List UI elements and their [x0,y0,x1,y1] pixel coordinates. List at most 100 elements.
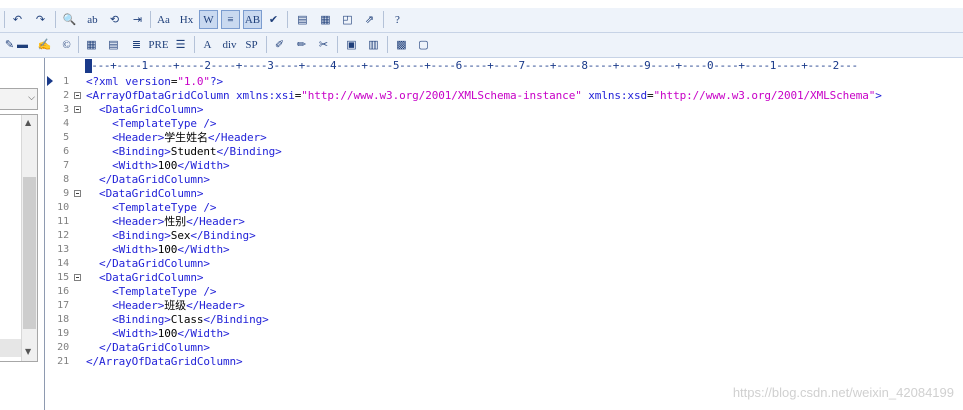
redo-icon[interactable]: ↷ [31,10,50,29]
word-wrap-icon[interactable]: W [199,10,218,29]
horizontal-rule-icon[interactable]: ▬ [13,35,32,54]
code-token: <TemplateType /> [112,117,217,130]
list-item[interactable] [0,339,22,357]
external-view-icon[interactable]: ⇗ [360,10,379,29]
window-icon[interactable]: ▢ [414,35,433,54]
font-size-icon[interactable]: Aa [154,10,173,29]
code-token: </Binding> [203,313,269,326]
code-token: </Binding> [190,229,256,242]
toolbar-separator [287,11,288,28]
code-text: <Header>学生姓名</Header> [86,131,267,145]
toolbar-separator [78,36,79,53]
fold-toggle-icon[interactable] [74,190,81,197]
line-number: 6 [63,146,69,157]
undo-icon[interactable]: ↶ [8,10,27,29]
anchor-icon[interactable]: A [198,35,217,54]
code-token: <TemplateType /> [112,201,217,214]
scroll-up-icon[interactable]: ▲ [25,118,31,127]
div-tag-icon[interactable]: div [220,35,239,54]
toolbar-separator [337,36,338,53]
toolbar-separator [383,11,384,28]
span-tag-icon[interactable]: SP [242,35,261,54]
form-icon[interactable]: ▤ [104,35,123,54]
watermark: https://blog.csdn.net/weixin_42084199 [732,385,954,400]
heading-icon[interactable]: Hx [177,10,196,29]
copyright-icon[interactable]: © [57,35,76,54]
scroll-down-icon[interactable]: ▼ [25,347,31,356]
code-token: <?xml [86,75,126,88]
view-grid-icon[interactable]: ▦ [316,10,335,29]
code-token: </Width> [177,243,230,256]
preformatted-icon[interactable]: PRE [149,35,168,54]
line-number: 21 [57,356,69,367]
code-token: "1.0" [177,75,210,88]
line-number: 17 [57,300,69,311]
validate-icon[interactable]: ✔ [264,10,283,29]
table-icon[interactable]: ▦ [82,35,101,54]
spellcheck-icon[interactable]: ab [83,10,102,29]
code-text: </DataGridColumn> [86,341,210,355]
html-toolbar: ✎ ▬ ✍ © ▦ ▤ ≣ PRE ☰ Adiv SP ✐ ✏ ✂ ▣ ▥ ▩ ▢ [0,33,963,58]
code-text: </ArrayOfDataGridColumn> [86,355,243,369]
line-number: 1 [63,76,69,87]
code-editor[interactable]: ----+----1----+----2----+----3----+----4… [45,58,963,410]
code-token: </DataGridColumn> [99,257,210,270]
code-token: xmlns:xsi [236,89,295,102]
browser-preview-icon[interactable]: ◰ [338,10,357,29]
align-icon[interactable]: ≣ [127,35,146,54]
code-text: <ArrayOfDataGridColumn xmlns:xsi="http:/… [86,89,882,103]
code-text: <Header>班级</Header> [86,299,245,313]
code-text: <Binding>Student</Binding> [86,145,282,159]
line-numbers-icon[interactable]: ≡ [221,10,240,29]
code-text: <TemplateType /> [86,117,216,131]
line-number: 8 [63,174,69,185]
line-number: 14 [57,258,69,269]
tree-icon[interactable]: ▥ [364,35,383,54]
line-number: 10 [57,202,69,213]
toolbar-separator [150,11,151,28]
replace-icon[interactable]: ⟲ [105,10,124,29]
pencil-icon[interactable]: ✏ [292,35,311,54]
code-token: </Header> [186,299,245,312]
view-list-icon[interactable]: ▤ [293,10,312,29]
scrollbar-thumb[interactable] [23,177,36,329]
panel-icon[interactable]: ▣ [342,35,361,54]
code-text: <Binding>Class</Binding> [86,313,269,327]
line-number: 15 [57,272,69,283]
panel-dropdown[interactable]: ⌵ [0,88,38,110]
code-text: <Width>100</Width> [86,327,230,341]
fold-toggle-icon[interactable] [74,106,81,113]
help-icon[interactable]: ? [388,10,407,29]
code-text: <TemplateType /> [86,201,216,215]
color-icon[interactable]: ▩ [392,35,411,54]
highlight-icon[interactable]: ✍ [35,35,54,54]
scrollbar[interactable]: ▲ ▼ [21,115,37,361]
code-token: </Width> [177,159,230,172]
line-number: 18 [57,314,69,325]
find-icon[interactable]: 🔍 [60,10,79,29]
tools-icon[interactable]: ✂ [314,35,333,54]
line-number: 20 [57,342,69,353]
indent-icon[interactable]: ⇥ [128,10,147,29]
fold-toggle-icon[interactable] [74,274,81,281]
code-token: </DataGridColumn> [99,173,210,186]
code-text: <DataGridColumn> [86,187,203,201]
code-token: <Binding> [112,145,171,158]
code-token: <DataGridColumn> [99,271,204,284]
left-panel: ⌵ ▲ ▼ [0,58,45,410]
file-list[interactable]: ▲ ▼ [0,114,38,362]
sort-icon[interactable]: AB [243,10,262,29]
edit-note-icon[interactable]: ✐ [270,35,289,54]
code-token: Class [170,313,204,326]
line-number: 3 [63,104,69,115]
fold-toggle-icon[interactable] [74,92,81,99]
code-token: ?> [209,75,224,88]
bullet-list-icon[interactable]: ☰ [171,35,190,54]
